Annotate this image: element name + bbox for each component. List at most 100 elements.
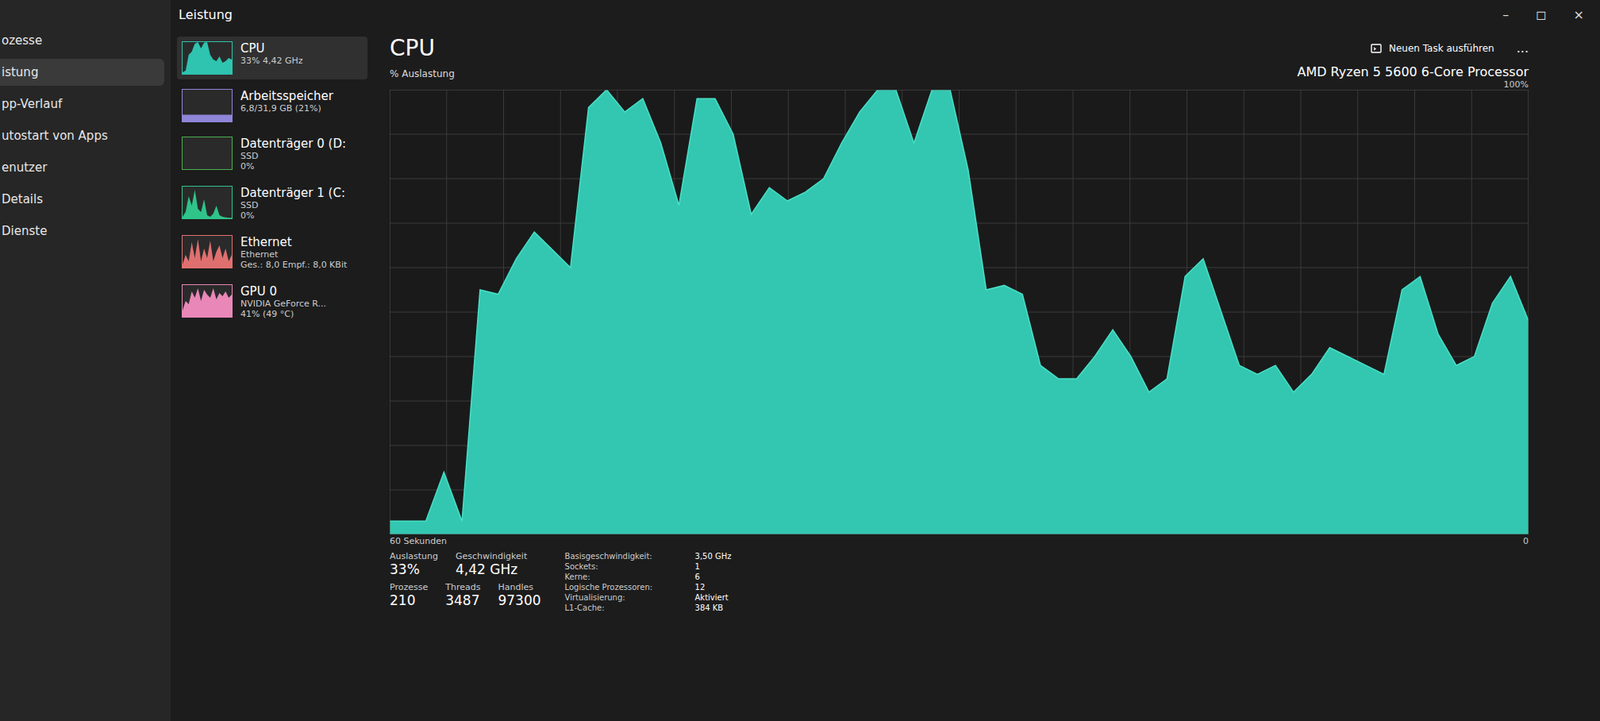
stats-area: Auslastung33% Geschwindigkeit4,42 GHz Proz… [389, 547, 1529, 613]
title-bar: Leistung – ◻ × [170, 0, 1600, 29]
spec-row: Virtualisierung: Aktiviert [565, 592, 732, 603]
stat-item: Geschwindigkeit4,42 GHz [455, 550, 527, 577]
nav-item[interactable]: istung [0, 58, 165, 86]
nav-sidebar: ozesse istung pp-Verlauf utostart von Apps e… [0, 0, 171, 721]
spec-value: 12 [695, 581, 706, 593]
device-name: Ethernet [240, 234, 347, 250]
device-detail: SSD [240, 150, 347, 162]
stat-row: Auslastung33% Geschwindigkeit4,42 GHz [389, 550, 542, 577]
stat-label: Auslastung [389, 550, 439, 562]
panel-title: CPU [389, 34, 435, 62]
chart-background [389, 89, 1529, 535]
time-axis-start: 60 Sekunden [389, 535, 447, 547]
device-detail: Ethernet [240, 249, 347, 260]
cpu-chart [389, 89, 1529, 535]
run-task-icon [1369, 42, 1383, 55]
stat-item: Prozesse210 [389, 581, 428, 608]
spec-value: 6 [695, 571, 700, 582]
window-control-button[interactable]: ◻ [1535, 7, 1547, 23]
stat-item: Handles97300 [497, 581, 541, 608]
stat-label: Threads [445, 581, 481, 593]
spec-value: 384 KB [695, 602, 724, 613]
nav-item[interactable]: enutzer [0, 153, 165, 181]
device-name: Datenträger 1 (C: [240, 185, 346, 200]
nav-item[interactable]: pp-Verlauf [0, 90, 165, 118]
sparkline-area [182, 115, 232, 122]
window-control-button[interactable]: – [1502, 7, 1509, 23]
device-detail: Ges.: 8,0 Empf.: 8,0 KBit [240, 259, 347, 270]
sparkline-chart [181, 185, 233, 220]
stat-value: 33% [389, 561, 439, 577]
window-controls: – ◻ × [1502, 7, 1585, 23]
device-info: Datenträger 0 (D:SSD0% [240, 136, 347, 172]
device-card[interactable]: Arbeitsspeicher6,8/31,9 GB (21%) [176, 84, 368, 127]
device-detail: SSD [240, 200, 346, 211]
device-name: CPU [240, 41, 304, 56]
chart-border [389, 89, 1529, 535]
spec-row: Logische Prozessoren: 12 [565, 581, 732, 593]
window: Leistung–◻×CPU33% 4,42 GHzArbeitsspeiche… [170, 0, 1600, 721]
stat-value: 3487 [445, 592, 481, 608]
spec-row: L1-Cache: 384 KB [565, 602, 732, 613]
device-detail: 33% 4,42 GHz [240, 55, 304, 66]
sparkline-chart [181, 41, 233, 75]
device-info: Datenträger 1 (C:SSD0% [240, 185, 346, 221]
stat-item: Auslastung33% [389, 550, 439, 577]
chart-axis-label: % Auslastung [389, 68, 455, 80]
window-body: CPU33% 4,42 GHzArbeitsspeicher6,8/31,9 G… [170, 28, 1600, 721]
sparkline-area [182, 189, 232, 219]
sparkline-chart [181, 88, 233, 123]
device-card[interactable]: Datenträger 0 (D:SSD0% [176, 131, 368, 177]
nav-item[interactable]: utostart von Apps [0, 122, 165, 150]
sparkline-area [182, 288, 232, 317]
device-name: Arbeitsspeicher [240, 88, 334, 104]
device-card[interactable]: CPU33% 4,42 GHz [176, 36, 368, 80]
nav-item[interactable]: Dienste [0, 217, 165, 245]
task-manager: ozesse istung pp-Verlauf utostart von Apps e… [0, 0, 1600, 721]
spec-value: 1 [695, 561, 700, 572]
stat-label: Geschwindigkeit [455, 550, 527, 562]
sparkline-chart [181, 136, 233, 170]
stats: Auslastung33% Geschwindigkeit4,42 GHz Proz… [389, 550, 542, 613]
time-axis-end: 0 [1523, 535, 1529, 547]
device-card[interactable]: GPU 0NVIDIA GeForce R...41% (49 °C) [176, 279, 368, 324]
spec-label: Sockets: [565, 561, 685, 572]
panel-header: CPU Neuen Task ausführen... [389, 34, 1529, 62]
nav-item[interactable]: Details [0, 185, 165, 213]
device-detail: 41% (49 °C) [240, 308, 327, 320]
spec-label: Kerne: [565, 571, 685, 582]
stat-label: Handles [497, 581, 541, 593]
device-card[interactable]: EthernetEthernetGes.: 8,0 Empf.: 8,0 KBi… [176, 230, 368, 275]
spec-value: Aktiviert [695, 592, 729, 603]
device-detail: 0% [240, 210, 346, 221]
nav-item[interactable]: ozesse [0, 26, 165, 54]
device-detail: NVIDIA GeForce R... [240, 298, 327, 309]
sparkline-area [182, 238, 232, 268]
spec-label: Logische Prozessoren: [565, 581, 685, 593]
device-list: CPU33% 4,42 GHz Arbeitsspeicher6,8/31,9 G… [170, 28, 374, 721]
device-info: EthernetEthernetGes.: 8,0 Empf.: 8,0 KBi… [240, 234, 347, 270]
chart-max-label: 100% [1503, 79, 1529, 90]
stat-value: 210 [389, 592, 428, 608]
stat-row: Prozesse210 Threads3487 Handles97300 [389, 581, 542, 608]
device-info: GPU 0NVIDIA GeForce R...41% (49 °C) [240, 284, 327, 320]
specs: Basisgeschwindigkeit:3,50 GHzSockets:1Ke… [565, 550, 732, 613]
run-task-button[interactable]: Neuen Task ausführen [1363, 38, 1501, 58]
window-title: Leistung [178, 7, 233, 23]
window-control-button[interactable]: × [1573, 7, 1585, 23]
more-button[interactable]: ... [1516, 40, 1529, 56]
sparkline-area [182, 42, 232, 74]
device-info: Arbeitsspeicher6,8/31,9 GB (21%) [240, 88, 334, 123]
device-name: Datenträger 0 (D: [240, 136, 347, 151]
spec-label: Basisgeschwindigkeit: [565, 550, 685, 562]
device-name: GPU 0 [240, 284, 327, 299]
spec-label: Virtualisierung: [565, 592, 685, 603]
device-card[interactable]: Datenträger 1 (C:SSD0% [176, 180, 368, 226]
stat-value: 97300 [497, 592, 541, 608]
device-detail: 6,8/31,9 GB (21%) [240, 103, 334, 114]
chart-time-axis: 60 Sekunden 0 [389, 534, 1529, 548]
spec-row: Kerne: 6 [565, 571, 732, 582]
spec-label: L1-Cache: [565, 602, 685, 613]
spec-row: Sockets: 1 [565, 561, 732, 572]
stat-value: 4,42 GHz [455, 561, 527, 577]
